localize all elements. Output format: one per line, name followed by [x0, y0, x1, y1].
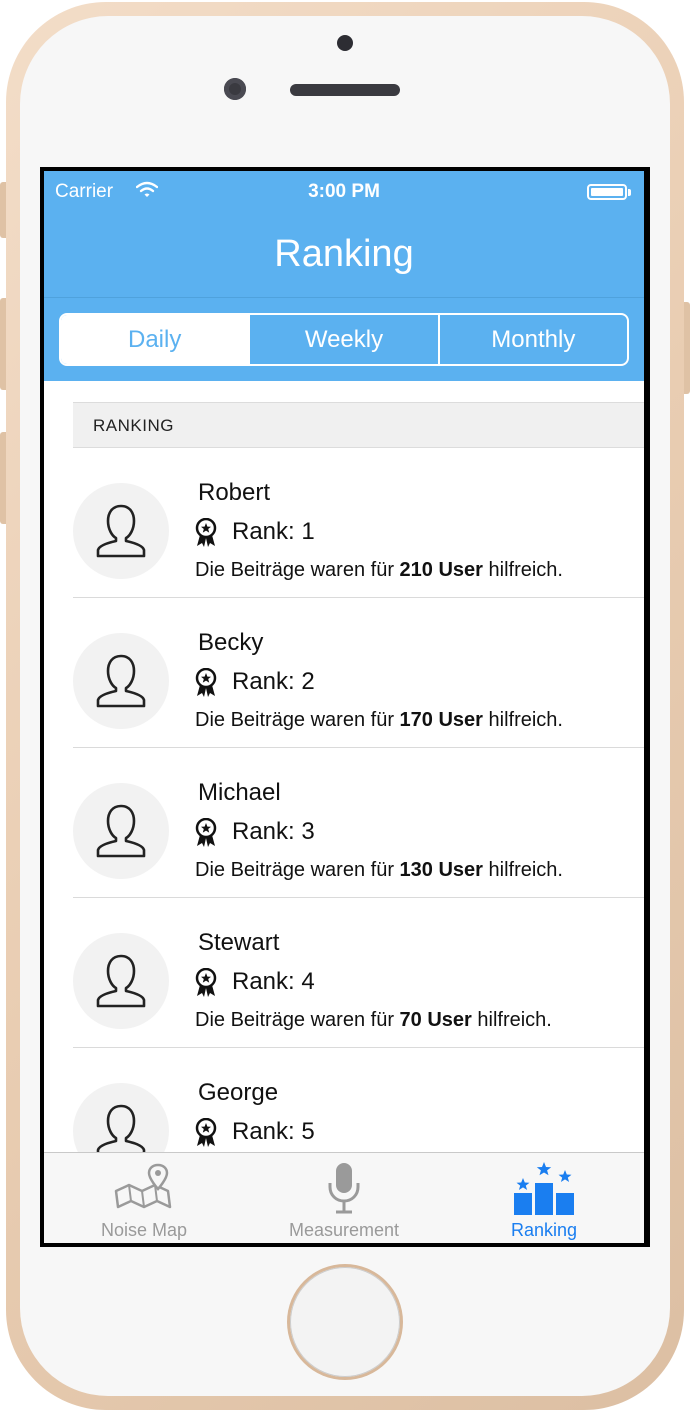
- avatar: [73, 1083, 169, 1152]
- status-time: 3:00 PM: [308, 181, 380, 202]
- award-ribbon-icon: [195, 668, 217, 697]
- user-silhouette-icon: [96, 804, 146, 858]
- rank-label: Rank: 4: [232, 968, 315, 995]
- period-segmented-control: Daily Weekly Monthly: [59, 313, 629, 366]
- helpful-text: Die Beiträge waren für 70 User hilfreich…: [195, 1009, 552, 1031]
- navigation-bar: Ranking: [44, 215, 644, 298]
- segment-monthly[interactable]: Monthly: [437, 315, 627, 364]
- page-title: Ranking: [274, 233, 414, 275]
- user-name: Becky: [198, 629, 264, 656]
- tab-bar: Noise Map Measurement Ranking: [44, 1152, 644, 1243]
- segment-weekly[interactable]: Weekly: [248, 315, 437, 364]
- rank-label: Rank: 2: [232, 668, 315, 695]
- screen: Carrier 3:00 PM Ranking Daily Weekly Mon…: [40, 167, 650, 1247]
- user-silhouette-icon: [96, 954, 146, 1008]
- helpful-text: Die Beiträge waren für 130 User hilfreic…: [195, 859, 563, 881]
- home-button[interactable]: [290, 1267, 400, 1377]
- user-silhouette-icon: [96, 654, 146, 708]
- tab-label: Measurement: [288, 1220, 400, 1240]
- list-item[interactable]: Stewart Rank: 4 Die Beiträge waren für 7…: [44, 898, 644, 1048]
- tab-label: Noise Map: [100, 1220, 188, 1240]
- section-title: RANKING: [93, 416, 174, 435]
- tab-ranking[interactable]: Ranking: [444, 1153, 644, 1243]
- avatar: [73, 483, 169, 579]
- microphone-icon: [328, 1163, 360, 1214]
- user-silhouette-icon: [96, 504, 146, 558]
- user-name: Robert: [198, 479, 271, 506]
- proximity-sensor: [337, 35, 353, 51]
- front-camera: [224, 78, 246, 100]
- segment-bar: Daily Weekly Monthly: [44, 298, 644, 381]
- list-item[interactable]: Michael Rank: 3 Die Beiträge waren für 1…: [44, 748, 644, 898]
- user-name: George: [198, 1079, 279, 1106]
- battery-tip: [628, 189, 631, 196]
- rank-label: Rank: 3: [232, 818, 315, 845]
- list-item[interactable]: George Rank: 5: [44, 1048, 644, 1152]
- rank-label: Rank: 1: [232, 518, 315, 545]
- volume-up-button: [0, 298, 6, 390]
- award-ribbon-icon: [195, 818, 217, 847]
- list-item[interactable]: Robert Rank: 1 Die Beiträge waren für 21…: [44, 448, 644, 598]
- volume-down-button: [0, 432, 6, 524]
- tab-measurement[interactable]: Measurement: [244, 1153, 444, 1243]
- mute-switch: [0, 182, 6, 238]
- avatar: [73, 783, 169, 879]
- rank-label: Rank: 5: [232, 1118, 315, 1145]
- award-ribbon-icon: [195, 968, 217, 997]
- podium-stars-icon: [514, 1162, 574, 1215]
- section-header: RANKING: [73, 402, 644, 448]
- power-button: [684, 302, 690, 394]
- user-name: Michael: [198, 779, 281, 806]
- ranking-list[interactable]: Robert Rank: 1 Die Beiträge waren für 21…: [44, 448, 644, 1152]
- avatar: [73, 633, 169, 729]
- award-ribbon-icon: [195, 1118, 217, 1147]
- earpiece-speaker: [290, 84, 400, 96]
- list-item[interactable]: Becky Rank: 2 Die Beiträge waren für 170…: [44, 598, 644, 748]
- user-silhouette-icon: [96, 1104, 146, 1152]
- helpful-text: Die Beiträge waren für 210 User hilfreic…: [195, 559, 563, 581]
- avatar: [73, 933, 169, 1029]
- status-bar: Carrier 3:00 PM: [44, 171, 644, 215]
- app-screen: Carrier 3:00 PM Ranking Daily Weekly Mon…: [44, 171, 644, 1243]
- tab-noise-map[interactable]: Noise Map: [44, 1153, 244, 1243]
- award-ribbon-icon: [195, 518, 217, 547]
- tab-label: Ranking: [510, 1220, 578, 1240]
- user-name: Stewart: [198, 929, 280, 956]
- helpful-text: Die Beiträge waren für 170 User hilfreic…: [195, 709, 563, 731]
- map-pin-icon: [114, 1163, 172, 1209]
- battery-icon: [587, 184, 627, 200]
- segment-daily[interactable]: Daily: [61, 315, 249, 364]
